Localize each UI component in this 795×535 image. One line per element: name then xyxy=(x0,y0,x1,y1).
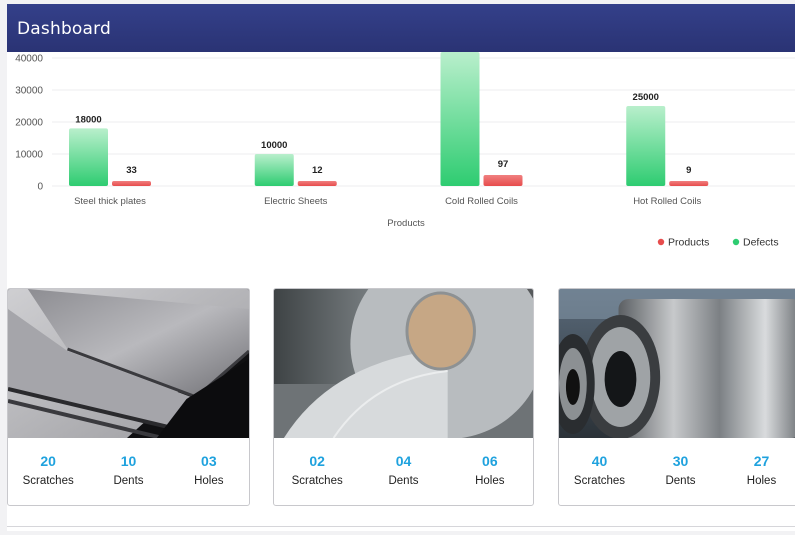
data-label-defects: 18000 xyxy=(75,114,101,125)
stat-label: Holes xyxy=(475,475,505,487)
card-stats: 20 Scratches 10 Dents 03 Holes xyxy=(8,452,249,492)
legend-swatch xyxy=(732,238,740,246)
stat-value: 03 xyxy=(201,453,217,469)
legend-label: Products xyxy=(668,237,709,249)
stat-value: 04 xyxy=(395,453,412,469)
bar-defects xyxy=(626,106,666,186)
legend-swatch xyxy=(657,238,665,246)
product-card-steel-plates[interactable]: 20 Scratches 10 Dents 03 Holes xyxy=(7,288,250,506)
stat-dents: 04 Dents xyxy=(360,452,446,492)
stat-scratches: 40 Scratches xyxy=(559,452,640,492)
stat-label: Scratches xyxy=(291,475,343,487)
card-stats: 40 Scratches 30 Dents 27 Holes xyxy=(559,452,795,492)
card-stats: 02 Scratches 04 Dents 06 Holes xyxy=(274,452,533,492)
bar-products xyxy=(483,175,523,186)
stat-value: 10 xyxy=(120,453,137,469)
y-tick-label: 0 xyxy=(37,182,43,193)
y-tick-label: 40000 xyxy=(15,54,43,65)
stat-label: Dents xyxy=(665,475,696,487)
card-image xyxy=(559,289,795,438)
category-label: Hot Rolled Coils xyxy=(633,196,701,207)
stat-holes: 03 Holes xyxy=(169,452,249,492)
bottom-divider xyxy=(7,526,795,527)
data-label-defects: 10000 xyxy=(261,140,287,151)
bar-products xyxy=(112,181,151,186)
data-label-products: 33 xyxy=(126,165,137,176)
stat-holes: 27 Holes xyxy=(721,452,795,492)
steel-plates-photo xyxy=(8,289,249,438)
stat-value: 02 xyxy=(309,453,325,469)
data-label-defects: 25000 xyxy=(633,92,659,103)
stat-label: Scratches xyxy=(573,475,626,487)
stat-scratches: 20 Scratches xyxy=(8,452,88,492)
page-title: Dashboard xyxy=(17,19,112,39)
data-label-products: 12 xyxy=(312,165,323,176)
bar-defects xyxy=(254,154,294,186)
stat-label: Holes xyxy=(194,475,224,487)
stat-value: 30 xyxy=(672,453,689,469)
y-tick-label: 30000 xyxy=(15,86,43,97)
dashboard-page: Dashboard 0 10000 20000 30000 40000 18000 33 St… xyxy=(7,4,795,531)
bar-products xyxy=(669,181,709,186)
stat-dents: 30 Dents xyxy=(640,452,721,492)
stat-label: Dents xyxy=(113,475,144,487)
product-card-steel-coil[interactable]: 02 Scratches 04 Dents 06 Holes xyxy=(273,288,534,506)
stat-label: Dents xyxy=(388,475,419,487)
stat-holes: 06 Holes xyxy=(447,452,533,492)
stat-scratches: 02 Scratches xyxy=(274,452,360,492)
stat-value: 27 xyxy=(753,453,770,469)
x-axis-title: Products xyxy=(387,218,425,229)
bar-defects xyxy=(69,128,108,186)
defects-bar-chart: 0 10000 20000 30000 40000 18000 33 Steel thick … xyxy=(7,52,795,264)
category-label: Electric Sheets xyxy=(264,196,328,207)
category-label: Steel thick plates xyxy=(74,196,146,207)
bar-products xyxy=(297,181,337,186)
steel-coil-photo xyxy=(274,289,533,438)
legend-label: Defects xyxy=(743,237,779,249)
y-tick-label: 10000 xyxy=(15,150,43,161)
bar-defects xyxy=(440,52,480,186)
stat-value: 40 xyxy=(591,453,608,469)
hot-rolled-coils-photo xyxy=(559,289,795,438)
y-tick-label: 20000 xyxy=(15,118,43,129)
stat-dents: 10 Dents xyxy=(88,452,168,492)
chart-canvas: 0 10000 20000 30000 40000 18000 33 Steel thick … xyxy=(15,52,795,249)
data-label-products: 9 xyxy=(686,165,691,176)
stat-value: 20 xyxy=(40,453,56,469)
stat-value: 06 xyxy=(482,453,498,469)
stat-label: Holes xyxy=(746,475,777,487)
data-label-products: 97 xyxy=(498,159,509,170)
card-image xyxy=(8,289,249,438)
header-bar: Dashboard xyxy=(7,4,795,52)
card-image xyxy=(274,289,533,438)
stat-label: Scratches xyxy=(22,475,74,487)
category-label: Cold Rolled Coils xyxy=(445,196,518,207)
product-card-hot-rolled-coils[interactable]: 40 Scratches 30 Dents 27 Holes xyxy=(558,288,795,506)
